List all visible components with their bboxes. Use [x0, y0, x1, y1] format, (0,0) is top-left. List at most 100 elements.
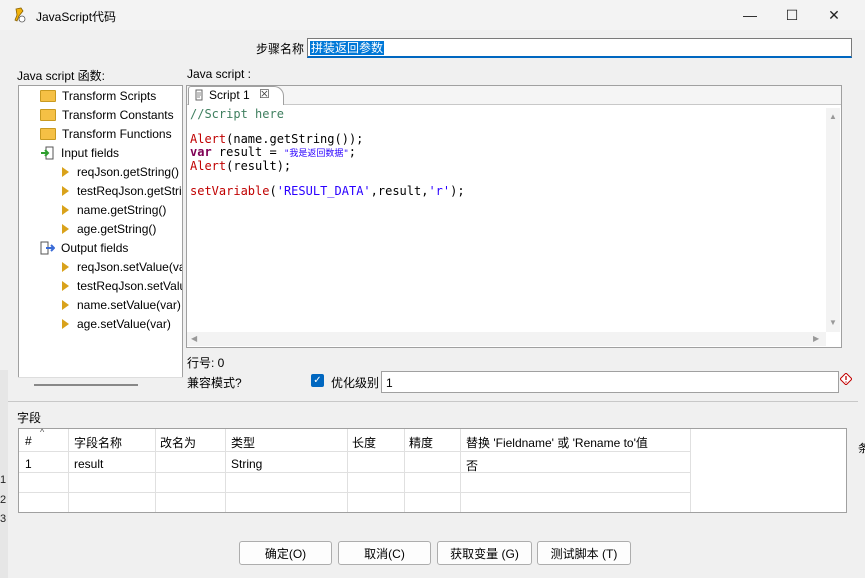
tree-item-transform-scripts[interactable]: Transform Scripts	[40, 89, 156, 103]
code-token: var	[190, 144, 212, 159]
code-token: );	[450, 184, 465, 198]
field-arrow-icon	[62, 300, 69, 310]
table-cell-index[interactable]: 1	[25, 457, 32, 471]
scroll-right-icon[interactable]: ▶	[813, 334, 819, 343]
column-divider	[68, 429, 69, 512]
tab-label: Script 1	[209, 88, 250, 102]
tree-item-label: Input fields	[61, 146, 120, 160]
output-fields-icon	[40, 241, 55, 255]
column-header[interactable]: 字段名称	[74, 434, 122, 451]
tree-item-field[interactable]: age.setValue(var)	[62, 317, 171, 331]
javascript-step-icon	[14, 7, 26, 23]
cancel-button[interactable]: 取消(C)	[338, 541, 431, 565]
tree-item-label: reqJson.getString()	[77, 165, 180, 179]
field-arrow-icon	[62, 167, 69, 177]
code-token: 'RESULT_DATA'	[276, 184, 371, 198]
column-divider	[155, 429, 156, 512]
column-header[interactable]: 替换 'Fieldname' 或 'Rename to'值	[466, 434, 648, 451]
tree-item-output-fields[interactable]: Output fields	[40, 241, 128, 255]
test-script-button[interactable]: 测试脚本 (T)	[537, 541, 631, 565]
editor-vertical-scrollbar[interactable]: ▲ ▼	[826, 108, 840, 332]
optimization-level-input[interactable]: 1	[381, 371, 839, 393]
optimization-level-label: 优化级别	[331, 376, 380, 390]
tree-item-label: age.setValue(var)	[77, 317, 171, 331]
line-number-label: 行号: 0	[187, 356, 225, 370]
tree-item-label: age.getString()	[77, 222, 157, 236]
tree-item-transform-functions[interactable]: Transform Functions	[40, 127, 172, 141]
background-row-number: 1	[0, 474, 7, 486]
column-header[interactable]: 类型	[231, 434, 255, 451]
tree-item-label: Output fields	[61, 241, 129, 255]
column-header[interactable]: 长度	[352, 434, 376, 451]
table-cell-replace[interactable]: 否	[466, 457, 478, 474]
code-line: setVariable('RESULT_DATA',result,'r');	[190, 185, 465, 198]
tree-item-field[interactable]: name.getString()	[62, 203, 166, 217]
tree-item-field[interactable]: age.getString()	[62, 222, 156, 236]
folder-icon	[40, 128, 56, 140]
background-row-number: 2	[0, 494, 7, 506]
tree-item-label: name.setValue(var)	[77, 298, 181, 312]
maximize-button[interactable]: ☐	[769, 0, 815, 30]
script-icon	[195, 89, 203, 101]
close-icon[interactable]: ☒	[259, 87, 270, 101]
editor-horizontal-scrollbar[interactable]: ◀ ▶	[187, 332, 826, 346]
column-header[interactable]: #	[25, 434, 32, 448]
code-token: "我是返回数据"	[283, 148, 349, 159]
compat-mode-checkbox[interactable]: ✓	[311, 374, 324, 387]
tree-item-input-fields[interactable]: Input fields	[40, 146, 119, 160]
scrollbar-thumb[interactable]	[34, 384, 138, 386]
functions-panel-label: Java script 函数:	[17, 69, 106, 83]
step-name-input[interactable]: 拼装返回参数	[307, 38, 852, 58]
tree-item-label: Transform Constants	[62, 108, 174, 122]
tree-item-field[interactable]: reqJson.setValue(var)	[62, 260, 183, 274]
functions-tree[interactable]: Transform Scripts Transform Constants Tr…	[18, 85, 183, 392]
tree-item-field[interactable]: reqJson.getString()	[62, 165, 179, 179]
code-token: result =	[211, 144, 284, 159]
scroll-left-icon[interactable]: ◀	[191, 334, 197, 343]
window-title: JavaScript代码	[36, 10, 117, 24]
column-divider	[460, 429, 461, 512]
background-row-number: 3	[0, 513, 7, 525]
field-arrow-icon	[62, 319, 69, 329]
sort-asc-icon[interactable]: ^	[40, 427, 44, 437]
fields-table[interactable]: # ^ 字段名称 改名为 类型 长度 精度 替换 'Fieldname' 或 '…	[18, 427, 847, 513]
tree-horizontal-scrollbar[interactable]	[18, 377, 183, 393]
code-comment: //Script here	[190, 107, 284, 121]
fields-section-label: 字段	[17, 411, 42, 425]
step-name-label: 步骤名称	[256, 42, 305, 56]
table-cell-fieldname[interactable]: result	[74, 457, 103, 471]
divider	[8, 401, 858, 402]
tree-item-field[interactable]: testReqJson.getString()	[62, 184, 182, 198]
code-line: Alert(result);	[190, 160, 465, 173]
code-token: (	[269, 184, 277, 198]
column-header[interactable]: 精度	[409, 434, 433, 451]
row-divider	[19, 451, 690, 452]
warning-icon	[840, 373, 852, 385]
column-header[interactable]: 改名为	[160, 434, 196, 451]
compat-mode-label: 兼容模式?	[187, 376, 242, 390]
code-token: 'r'	[428, 184, 451, 198]
table-cell-type[interactable]: String	[231, 457, 262, 471]
tree-item-label: name.getString()	[77, 203, 167, 217]
column-divider	[225, 429, 226, 512]
minimize-button[interactable]: —	[727, 0, 773, 30]
code-editor[interactable]: //Script here Alert(name.getString()); va…	[190, 108, 465, 198]
tree-item-transform-constants[interactable]: Transform Constants	[40, 108, 174, 122]
tree-item-label: testReqJson.getString()	[77, 184, 182, 198]
column-divider	[347, 429, 348, 512]
tree-item-field[interactable]: name.setValue(var)	[62, 298, 181, 312]
field-arrow-icon	[62, 205, 69, 215]
folder-icon	[40, 90, 56, 102]
row-divider	[19, 472, 690, 473]
code-token: Alert	[190, 159, 227, 173]
tree-item-label: Transform Scripts	[62, 89, 157, 103]
ok-button[interactable]: 确定(O)	[239, 541, 332, 565]
scroll-down-icon[interactable]: ▼	[829, 318, 837, 327]
close-button[interactable]: ✕	[811, 0, 857, 30]
scroll-up-icon[interactable]: ▲	[829, 112, 837, 121]
step-name-value: 拼装返回参数	[310, 41, 385, 55]
folder-icon	[40, 109, 56, 121]
tree-item-field[interactable]: testReqJson.setValue(var)	[62, 279, 182, 293]
tree-item-label: reqJson.setValue(var)	[77, 260, 183, 274]
get-variables-button[interactable]: 获取变量 (G)	[437, 541, 532, 565]
